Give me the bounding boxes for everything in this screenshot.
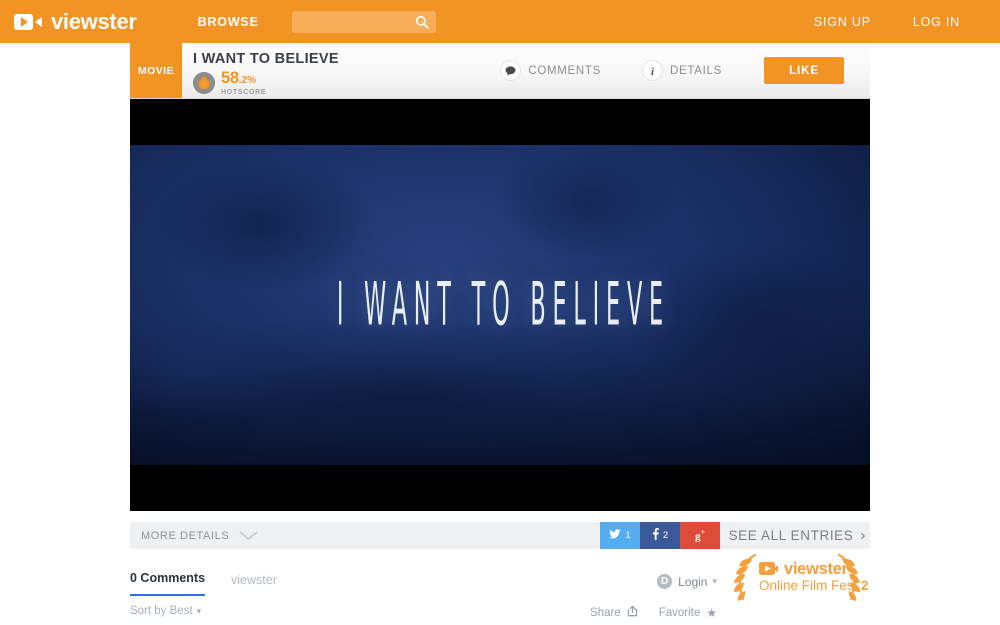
content-type-badge: MOVIE — [130, 43, 182, 98]
details-button[interactable]: i DETAILS — [643, 61, 722, 80]
hotscore-value-group: 58.2% HOTSCORE — [221, 70, 266, 96]
comments-button[interactable]: COMMENTS — [501, 61, 601, 80]
letterbox-bottom — [130, 465, 870, 511]
sort-by-label: Sort by Best — [130, 605, 193, 617]
see-all-entries-link[interactable]: SEE ALL ENTRIES › — [729, 522, 870, 549]
login-link[interactable]: LOG IN — [913, 15, 960, 29]
speech-bubble-icon — [501, 61, 521, 80]
facebook-f-icon — [652, 528, 659, 543]
hotscore-label: HOTSCORE — [221, 89, 267, 96]
svg-text:i: i — [651, 66, 655, 77]
more-details-button[interactable]: MORE DETAILS — [130, 527, 258, 545]
comments-actions: Share Favorite ★ — [570, 605, 717, 620]
comments-button-label: COMMENTS — [528, 64, 602, 77]
viewster-play-logo-icon — [14, 13, 42, 30]
letterbox-top — [130, 99, 870, 145]
chevron-down-icon: ▾ — [196, 605, 202, 616]
tab-viewster-brand[interactable]: viewster — [231, 573, 277, 596]
google-plus-icon: g+ — [694, 528, 706, 543]
content-column: MOVIE I WANT TO BELIEVE 58.2% HOTSCORE C… — [130, 43, 873, 620]
more-details-label: MORE DETAILS — [141, 529, 230, 542]
hotscore-value: 58 — [221, 69, 239, 87]
share-label: Share — [590, 606, 621, 619]
disqus-login-button[interactable]: D Login ▾ — [657, 574, 717, 589]
social-share-buttons: 1 2 g+ — [600, 522, 720, 549]
title-bar-actions: COMMENTS i DETAILS LIKE — [501, 43, 870, 98]
comments-section: 0 Comments viewster D Login ▾ Sort by Be… — [130, 549, 873, 620]
tab-comments-count[interactable]: 0 Comments — [130, 571, 206, 596]
nav-browse-link[interactable]: BROWSE — [198, 15, 259, 29]
film-fest-laurel-badge: viewster Online Film Fest 2 — [721, 549, 873, 605]
star-icon: ★ — [706, 605, 717, 620]
site-logo[interactable]: viewster — [14, 9, 137, 35]
nav-account-links: SIGN UP LOG IN — [814, 0, 1000, 43]
details-button-label: DETAILS — [670, 64, 722, 77]
info-icon: i — [643, 61, 663, 80]
page-title: I WANT TO BELIEVE — [193, 51, 339, 67]
favorite-button[interactable]: Favorite ★ — [659, 606, 717, 620]
twitter-share-count: 1 — [625, 530, 631, 541]
search-icon[interactable] — [415, 15, 429, 29]
chevron-down-icon: ▾ — [712, 576, 717, 586]
details-bar-wrapper: MORE DETAILS 1 2 g+ SEE ALL ENTRIES › — [130, 511, 870, 549]
svg-text:viewster: viewster — [784, 560, 849, 578]
share-box-icon — [621, 605, 639, 620]
chevron-right-icon: › — [860, 527, 866, 544]
facebook-share-count: 2 — [662, 530, 669, 541]
film-title-text: I WANT TO BELIEVE — [336, 270, 670, 340]
signup-link[interactable]: SIGN UP — [814, 15, 871, 29]
facebook-share-button[interactable]: 2 — [640, 522, 680, 549]
flame-icon — [193, 72, 215, 94]
hotscore-group: 58.2% HOTSCORE — [193, 70, 501, 96]
laurel-wreath-icon: viewster Online Film Fest 2 — [734, 553, 869, 601]
site-logo-text: viewster — [51, 8, 137, 34]
svg-text:Online Film Fest 2: Online Film Fest 2 — [759, 578, 869, 593]
title-info-group: I WANT TO BELIEVE 58.2% HOTSCORE — [182, 43, 501, 98]
top-navigation-bar: viewster BROWSE SIGN UP LOG IN — [0, 0, 1000, 43]
twitter-bird-icon — [609, 529, 622, 542]
comments-subbar: Sort by Best ▾ Share Favorite ★ — [130, 605, 870, 620]
disqus-login-label: Login — [678, 574, 708, 589]
disqus-d-icon: D — [657, 574, 673, 589]
video-title-bar: MOVIE I WANT TO BELIEVE 58.2% HOTSCORE C… — [130, 43, 870, 99]
like-button[interactable]: LIKE — [764, 57, 844, 84]
favorite-label: Favorite — [658, 606, 701, 619]
see-all-entries-label: SEE ALL ENTRIES — [728, 528, 854, 543]
search-box[interactable] — [291, 10, 436, 33]
share-button[interactable]: Share — [590, 605, 639, 620]
chevron-down-icon — [239, 527, 258, 545]
hotscore-fraction: .2% — [238, 75, 256, 86]
sort-by-dropdown[interactable]: Sort by Best ▾ — [130, 605, 201, 617]
video-player[interactable]: I WANT TO BELIEVE — [130, 99, 870, 511]
twitter-share-button[interactable]: 1 — [600, 522, 640, 549]
google-plus-share-button[interactable]: g+ — [680, 522, 720, 549]
details-share-bar: MORE DETAILS 1 2 g+ SEE ALL ENTRIES › — [130, 522, 870, 549]
